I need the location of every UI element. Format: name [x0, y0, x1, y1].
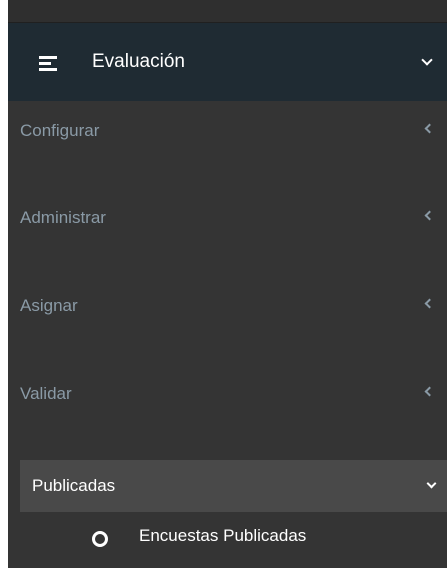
submenu-item-encuestas-publicadas[interactable]: Encuestas Publicadas: [8, 512, 447, 568]
sidebar: Evaluación Configurar Administrar Asigna…: [8, 0, 447, 568]
chevron-down-icon: [421, 54, 433, 66]
left-margin: [0, 0, 8, 568]
section-title: Evaluación: [92, 51, 185, 72]
sidebar-item-configurar[interactable]: Configurar: [8, 110, 447, 150]
chevron-left-icon: [424, 298, 435, 309]
circle-icon: [92, 531, 108, 547]
sidebar-item-label: Asignar: [20, 296, 78, 315]
sidebar-item-label: Administrar: [20, 208, 106, 227]
sidebar-item-label: Configurar: [20, 121, 100, 140]
sidebar-item-validar[interactable]: Validar: [8, 373, 447, 413]
chevron-left-icon: [424, 210, 435, 221]
sidebar-item-administrar[interactable]: Administrar: [8, 197, 447, 237]
page-frame: Evaluación Configurar Administrar Asigna…: [0, 0, 447, 568]
sidebar-item-label: Validar: [20, 384, 72, 403]
submenu-item-label: Encuestas Publicadas: [139, 526, 307, 545]
sidebar-top-bar: [8, 0, 447, 23]
sidebar-item-publicadas[interactable]: Publicadas: [20, 460, 447, 512]
sidebar-item-label: Publicadas: [32, 476, 116, 495]
chevron-down-icon: [426, 478, 437, 489]
chevron-left-icon: [424, 386, 435, 397]
chevron-left-icon: [424, 123, 435, 134]
menu-icon: [39, 56, 57, 71]
section-header-evaluacion[interactable]: Evaluación: [8, 23, 447, 101]
sidebar-item-asignar[interactable]: Asignar: [8, 285, 447, 325]
